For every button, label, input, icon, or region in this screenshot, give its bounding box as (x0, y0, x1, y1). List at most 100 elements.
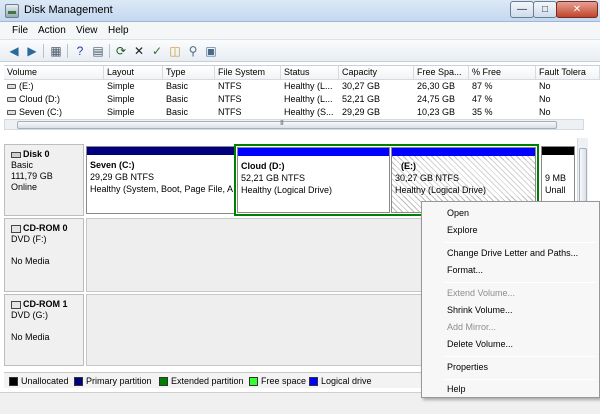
view-icon[interactable]: ▣ (203, 43, 219, 59)
cell-layout: Simple (107, 94, 135, 104)
cell-status: Healthy (S... (284, 107, 334, 117)
cell-file-system: NTFS (218, 81, 242, 91)
table-row[interactable]: Cloud (D:) (4, 93, 104, 106)
legend-logical: Logical drive (309, 376, 372, 387)
title-bar: Disk Management — □ ✕ (0, 0, 600, 22)
menu-view[interactable]: View (76, 25, 98, 36)
column-capacity[interactable]: Capacity (339, 66, 414, 80)
partition-seven-c[interactable]: Seven (C:) 29,29 GB NTFS Healthy (System… (86, 146, 236, 214)
volume-list: Volume Layout Type File System Status Ca… (4, 65, 600, 121)
logical-drive-bar (238, 148, 389, 156)
cell-file-system: NTFS (218, 94, 242, 104)
column-free-space[interactable]: Free Spa... (414, 66, 469, 80)
cdrom-1-label[interactable]: CD-ROM 1 DVD (G:) No Media (4, 294, 84, 366)
menu-action[interactable]: Action (38, 25, 66, 36)
legend-swatch (159, 377, 168, 387)
menu-delete-volume[interactable]: Delete Volume... (447, 339, 513, 349)
refresh-icon[interactable]: ⟳ (113, 43, 129, 59)
scroll-thumb[interactable] (17, 120, 557, 129)
delete-icon[interactable]: ✕ (131, 43, 147, 59)
cell-percent-free: 87 % (472, 81, 493, 91)
legend-unallocated: Unallocated (9, 376, 69, 387)
column-percent-free[interactable]: % Free (469, 66, 536, 80)
open-folder-icon[interactable]: ◫ (167, 43, 183, 59)
menu-shrink-volume[interactable]: Shrink Volume... (447, 305, 513, 315)
legend-free-space: Free space (249, 376, 306, 387)
disk-media: No Media (11, 332, 50, 342)
partition-name: (E:) (401, 161, 416, 171)
menu-open[interactable]: Open (447, 208, 469, 218)
partition-size: 30,27 GB NTFS (395, 173, 460, 183)
disk-0-label[interactable]: Disk 0 Basic 111,79 GB Online (4, 144, 84, 216)
back-icon[interactable]: ◀ (6, 43, 22, 59)
cell-free-space: 10,23 GB (417, 107, 456, 117)
menu-help[interactable]: Help (108, 25, 129, 36)
menu-file[interactable]: File (12, 25, 28, 36)
context-menu: Open Explore Change Drive Letter and Pat… (421, 201, 600, 398)
column-file-system[interactable]: File System (215, 66, 281, 80)
menu-explore[interactable]: Explore (447, 225, 478, 235)
menu-help[interactable]: Help (447, 384, 466, 394)
cell-type: Basic (166, 94, 189, 104)
logical-drive-bar (392, 148, 535, 156)
menu-add-mirror: Add Mirror... (447, 322, 497, 332)
cell-free-space: 26,30 GB (417, 81, 456, 91)
cell-status: Healthy (L... (284, 94, 333, 104)
cdrom-0-label[interactable]: CD-ROM 0 DVD (F:) No Media (4, 218, 84, 292)
disk-status: Online (11, 182, 38, 192)
cell-percent-free: 47 % (472, 94, 493, 104)
menu-format[interactable]: Format... (447, 265, 483, 275)
disk-media: No Media (11, 256, 50, 266)
drive-icon (7, 84, 16, 90)
cd-drive-icon (11, 224, 21, 233)
cell-type: Basic (166, 107, 189, 117)
partition-status: Unall (545, 185, 566, 195)
properties-icon[interactable]: ▤ (90, 43, 106, 59)
column-fault-tolerance[interactable]: Fault Tolera (536, 66, 600, 80)
column-status[interactable]: Status (281, 66, 339, 80)
checkmark-icon[interactable]: ✓ (149, 43, 165, 59)
cell-percent-free: 35 % (472, 107, 493, 117)
disk-type: DVD (F:) (11, 234, 47, 244)
console-tree-icon[interactable]: ▦ (48, 43, 64, 59)
legend-swatch (309, 377, 318, 387)
disk-management-icon (5, 4, 19, 18)
legend-swatch (249, 377, 258, 387)
horizontal-scrollbar[interactable] (4, 119, 584, 130)
cell-capacity: 52,21 GB (342, 94, 381, 104)
partition-cloud-d[interactable]: Cloud (D:) 52,21 GB NTFS Healthy (Logica… (237, 147, 390, 213)
table-row[interactable]: (E:) (4, 80, 104, 93)
close-button[interactable]: ✕ (556, 1, 598, 18)
menu-change-drive-letter[interactable]: Change Drive Letter and Paths... (447, 248, 578, 258)
column-layout[interactable]: Layout (104, 66, 163, 80)
menu-extend-volume: Extend Volume... (447, 288, 516, 298)
legend: Unallocated Primary partition Extended p… (4, 372, 424, 388)
maximize-button[interactable]: □ (533, 1, 557, 18)
partition-size: 9 MB (545, 173, 567, 183)
drive-icon (7, 97, 16, 103)
cell-layout: Simple (107, 107, 135, 117)
partition-name: Seven (C:) (90, 160, 135, 170)
partition-name: Cloud (D:) (241, 161, 285, 171)
cell-status: Healthy (L... (284, 81, 333, 91)
disk-name: Disk 0 (23, 149, 50, 159)
minimize-button[interactable]: — (510, 1, 534, 18)
column-volume[interactable]: Volume (4, 66, 104, 80)
disk-size: 111,79 GB (11, 171, 53, 181)
search-icon[interactable]: ⚲ (185, 43, 201, 59)
partition-size: 52,21 GB NTFS (241, 173, 306, 183)
forward-icon[interactable]: ▶ (24, 43, 40, 59)
cell-file-system: NTFS (218, 107, 242, 117)
menu-properties[interactable]: Properties (447, 362, 488, 372)
cell-layout: Simple (107, 81, 135, 91)
legend-swatch (74, 377, 83, 387)
column-type[interactable]: Type (163, 66, 215, 80)
hard-disk-icon (11, 151, 21, 158)
partition-status: Healthy (Logical Drive) (395, 185, 487, 195)
help-icon[interactable]: ? (72, 43, 88, 59)
cell-fault-tolerance: No (539, 107, 551, 117)
table-row[interactable]: Seven (C:) (4, 106, 104, 119)
partition-status: Healthy (Logical Drive) (241, 185, 333, 195)
cell-capacity: 29,29 GB (342, 107, 381, 117)
primary-partition-bar (87, 147, 235, 155)
